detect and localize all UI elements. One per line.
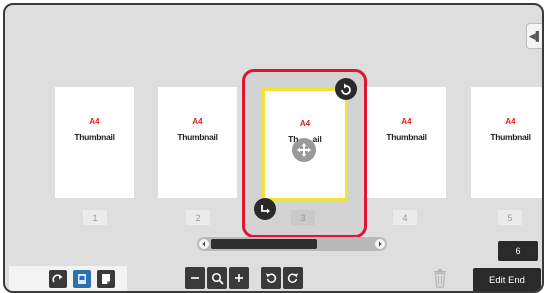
zoom-controls — [185, 267, 331, 291]
scroll-right-button[interactable] — [375, 239, 385, 249]
page-number: 1 — [83, 210, 107, 225]
page-label: Thumbnail — [74, 132, 115, 142]
page-number: 4 — [393, 210, 417, 225]
rotate-icon — [261, 205, 270, 214]
magnifier-icon — [211, 272, 224, 285]
page-thumbnail-4[interactable]: A4 Thumbnail — [367, 87, 446, 198]
chevron-right-icon — [379, 241, 382, 247]
page-thumbnail-1[interactable]: A4 Thumbnail — [55, 87, 134, 198]
page-label: Thumbnail — [386, 132, 427, 142]
minus-icon — [191, 277, 199, 279]
page-label: Thumbnail — [490, 132, 531, 142]
scrollbar-thumb[interactable] — [211, 239, 317, 249]
page-size: A4 — [89, 117, 100, 126]
zoom-in-button[interactable] — [229, 267, 249, 289]
page-size: A4 — [192, 117, 203, 126]
rotate-left-icon — [266, 273, 277, 283]
preview-panel: ◀▌ A4 Thumbnail 1 A4 Thumbnail 2 A4 Thum… — [3, 3, 544, 293]
rotate-view-button[interactable] — [49, 270, 67, 288]
page-number: 3 — [291, 210, 315, 225]
page-number: 5 — [498, 210, 522, 225]
document-view-button[interactable] — [97, 270, 115, 288]
document-icon — [102, 274, 110, 284]
page-thumbnail-2[interactable]: A4 Thumbnail — [158, 87, 237, 198]
rotate-page-button[interactable] — [254, 198, 276, 220]
page-label: Thumbnail — [177, 132, 218, 142]
page-size: A4 — [401, 117, 412, 126]
page-view-button[interactable] — [73, 270, 91, 288]
page-number: 2 — [186, 210, 210, 225]
rotate-icon — [341, 83, 351, 95]
zoom-out-button[interactable] — [185, 267, 205, 289]
page-view-icon — [78, 274, 86, 284]
bottom-toolbar: Edit End — [5, 264, 542, 291]
page-size: A4 — [505, 117, 516, 126]
move-arrows-icon — [297, 143, 311, 157]
move-handle[interactable] — [292, 138, 316, 162]
chevron-left-icon — [202, 241, 205, 247]
rotate-arrow-icon — [52, 274, 63, 283]
rotate-right-icon — [287, 273, 298, 283]
scroll-left-button[interactable] — [199, 239, 209, 249]
delete-button[interactable] — [433, 268, 447, 288]
rotate-left-button[interactable] — [261, 267, 281, 289]
page-scrollbar[interactable] — [197, 237, 387, 251]
page-count-badge: 6 — [498, 241, 538, 261]
page-size: A4 — [299, 119, 311, 128]
trash-icon — [434, 269, 446, 288]
panel-collapse-icon: ◀▌ — [528, 30, 543, 41]
rotate-page-button[interactable] — [335, 78, 357, 100]
zoom-button[interactable] — [207, 267, 227, 289]
page-thumbnail-5[interactable]: A4 Thumbnail — [471, 87, 542, 198]
view-mode-group — [9, 266, 127, 291]
rotate-right-button[interactable] — [283, 267, 303, 289]
edit-end-button[interactable]: Edit End — [473, 268, 541, 291]
side-panel-toggle[interactable]: ◀▌ — [526, 23, 543, 49]
plus-icon — [235, 274, 243, 282]
